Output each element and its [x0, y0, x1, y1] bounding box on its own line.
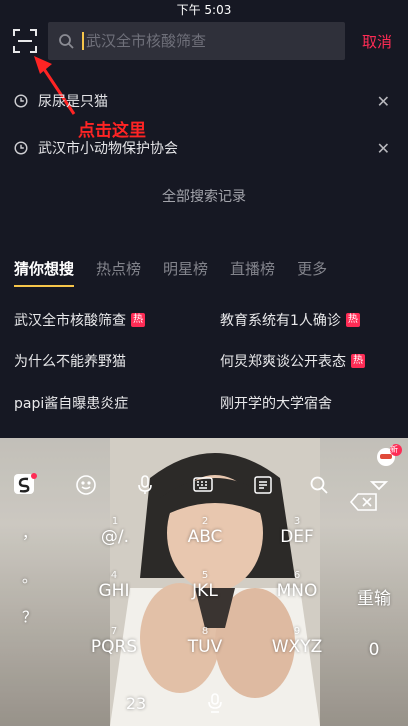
key-5[interactable]: 5 JKL — [180, 570, 230, 601]
key-number: 7 — [110, 626, 118, 637]
key-2[interactable]: 2 ABC — [178, 516, 232, 547]
key-8[interactable]: 8 TUV — [180, 626, 230, 657]
space-key[interactable] — [200, 692, 230, 718]
reset-key[interactable]: 重输 — [352, 584, 396, 609]
key-label: MNO — [276, 581, 318, 601]
key-9[interactable]: 9 WXYZ — [266, 626, 328, 657]
clock-icon — [14, 141, 28, 155]
history-item[interactable]: 武汉市小动物保护协会 ✕ — [0, 135, 408, 161]
backspace-key[interactable] — [336, 492, 392, 520]
search-box[interactable] — [48, 22, 345, 60]
sogou-logo-icon[interactable] — [12, 472, 38, 498]
history-item[interactable]: 尿尿是只猫 ✕ — [0, 88, 408, 114]
list-item[interactable]: papi酱自曝患炎症 — [14, 393, 128, 413]
question-key[interactable]: ？ — [22, 606, 37, 627]
key-label: PQRS — [90, 637, 138, 657]
key-number: 5 — [201, 570, 209, 581]
close-icon[interactable]: ✕ — [377, 139, 390, 158]
key-number: 3 — [293, 516, 301, 527]
all-history-link[interactable]: 全部搜索记录 — [0, 186, 408, 206]
period-key[interactable]: 。 — [22, 566, 37, 587]
key-label: WXYZ — [271, 637, 323, 657]
key-number: 1 — [111, 516, 119, 527]
tab-live[interactable]: 直播榜 — [230, 258, 275, 279]
key-3[interactable]: 3 DEF — [270, 516, 324, 547]
key-7[interactable]: 7 PQRS — [86, 626, 142, 657]
tab-guess[interactable]: 猜你想搜 — [14, 258, 74, 279]
scan-icon[interactable] — [12, 28, 38, 54]
search-icon[interactable] — [306, 472, 332, 498]
microphone-icon — [208, 693, 222, 713]
key-number: 4 — [110, 570, 118, 581]
key-label: @/. — [100, 527, 130, 547]
key-label: JKL — [192, 581, 218, 601]
clock-icon — [14, 94, 28, 108]
tab-star[interactable]: 明星榜 — [163, 258, 208, 279]
search-icon — [59, 34, 74, 49]
list-item[interactable]: 何炅郑爽谈公开表态 热 — [220, 351, 365, 371]
status-time: 下午 5:03 — [176, 2, 232, 17]
tab-hot[interactable]: 热点榜 — [96, 258, 141, 279]
hot-badge: 热 — [345, 313, 360, 327]
trend-label: papi酱自曝患炎症 — [14, 396, 129, 412]
number-switch-key[interactable]: 23 — [116, 694, 156, 713]
search-input[interactable] — [86, 32, 326, 50]
emoji-icon[interactable] — [73, 472, 99, 498]
hot-badge: 热 — [131, 313, 145, 327]
trend-label: 教育系统有1人确诊 — [220, 313, 341, 329]
trend-label: 刚开学的大学宿舍 — [220, 396, 332, 412]
key-number: 6 — [293, 570, 301, 581]
trend-label: 武汉全市核酸筛查 — [14, 313, 126, 329]
backspace-icon — [349, 493, 377, 511]
tab-more[interactable]: 更多 — [297, 258, 327, 279]
list-item[interactable]: 教育系统有1人确诊 热 — [220, 310, 360, 330]
key-number: 2 — [201, 516, 209, 527]
search-page: 下午 5:03 取消 尿尿是只猫 ✕ 点击这里 武汉市小动物保护协会 ✕ 全部搜… — [0, 0, 408, 726]
status-bar: 下午 5:03 — [0, 0, 408, 18]
history-item-label: 尿尿是只猫 — [38, 94, 108, 110]
hot-badge: 热 — [351, 354, 365, 368]
key-6[interactable]: 6 MNO — [270, 570, 324, 601]
new-badge-label: 新 — [390, 445, 398, 454]
trend-label: 何炅郑爽谈公开表态 — [220, 354, 346, 370]
key-4[interactable]: 4 GHI — [90, 570, 138, 601]
trend-label: 为什么不能养野猫 — [14, 354, 126, 370]
keyboard-icon[interactable] — [190, 472, 216, 498]
text-cursor — [82, 32, 84, 50]
key-label: TUV — [187, 637, 223, 657]
key-number: 9 — [293, 626, 301, 637]
list-item[interactable]: 为什么不能养野猫 — [14, 351, 126, 371]
zero-key[interactable]: 0 — [364, 640, 384, 660]
tab-underline — [14, 285, 74, 287]
key-label: DEF — [280, 527, 314, 547]
tab-bar: 猜你想搜 热点榜 明星榜 直播榜 更多 — [14, 258, 349, 279]
keyboard: 新 ， 。 ？ 1 @/. 2 ABC 3 DEF 4 GHI 5 JKL 6 … — [0, 438, 408, 726]
clipboard-icon[interactable] — [250, 472, 276, 498]
microphone-icon[interactable] — [132, 472, 158, 498]
comma-key[interactable]: ， — [22, 522, 37, 543]
key-1[interactable]: 1 @/. — [90, 516, 140, 547]
close-icon[interactable]: ✕ — [377, 92, 390, 111]
key-label: GHI — [98, 581, 130, 601]
cancel-button[interactable]: 取消 — [362, 31, 392, 52]
history-item-label: 武汉市小动物保护协会 — [38, 141, 178, 157]
key-label: ABC — [187, 527, 223, 547]
key-number: 8 — [201, 626, 209, 637]
list-item[interactable]: 刚开学的大学宿舍 — [220, 393, 332, 413]
list-item[interactable]: 武汉全市核酸筛查 热 — [14, 310, 145, 330]
